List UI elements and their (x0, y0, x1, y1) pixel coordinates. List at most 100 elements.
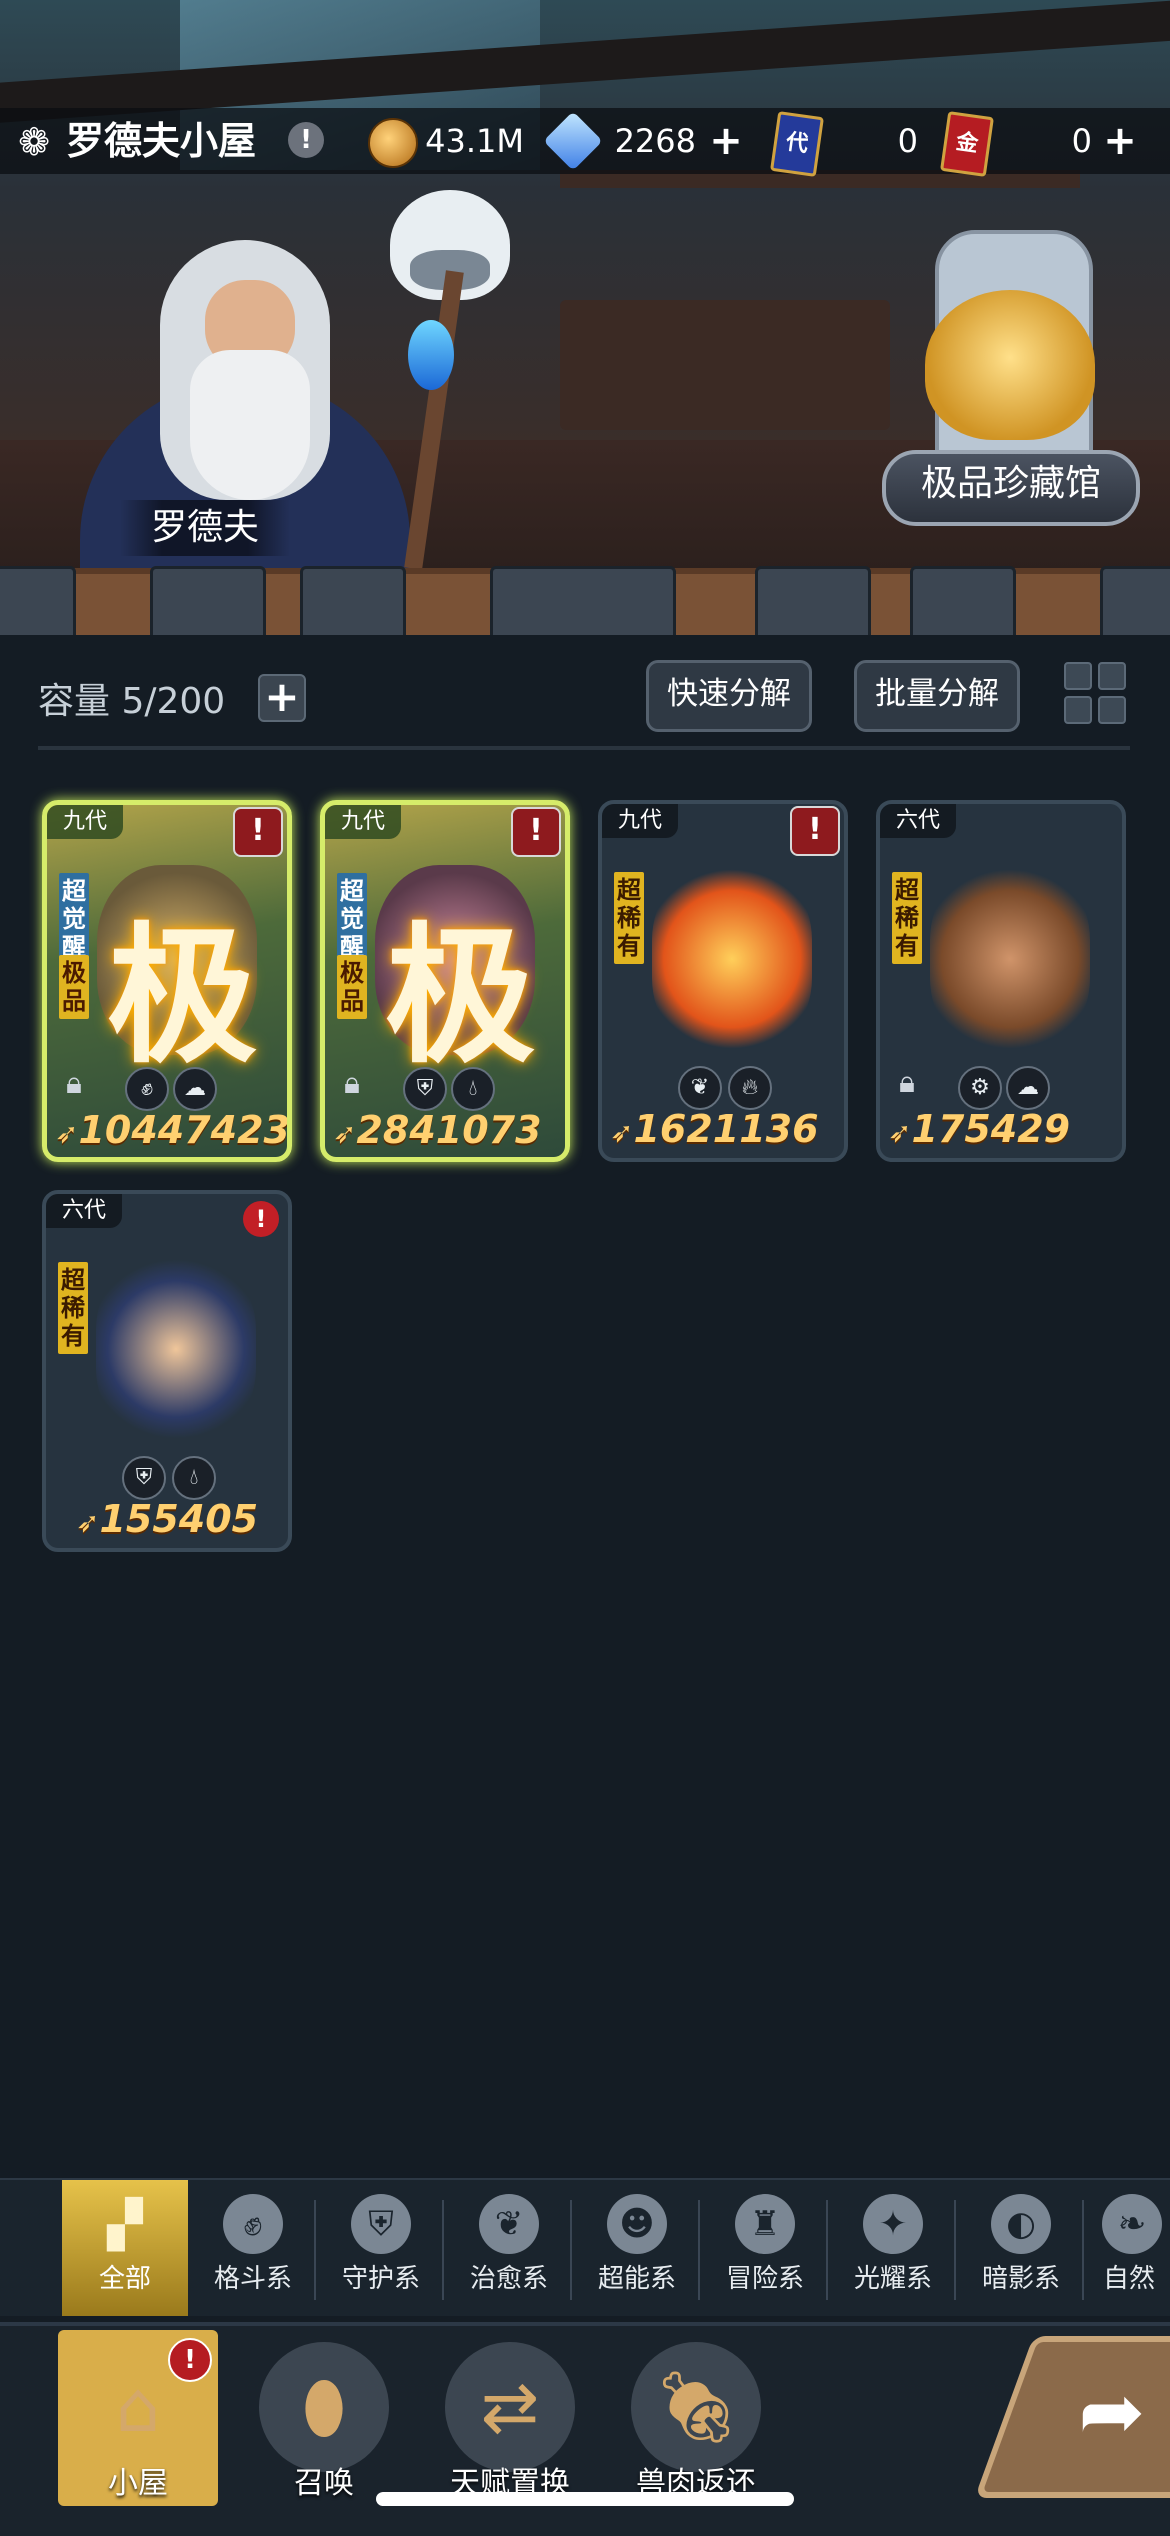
grade-badge: 极品 (337, 955, 367, 1019)
pet-card[interactable]: 六代 ! 超稀有 ⛨ 💧︎ ➶155405 (42, 1190, 292, 1552)
power-icon: ➶ (76, 1506, 100, 1539)
forward-arrow-icon: ➦ (1078, 2365, 1146, 2458)
pet-portrait (96, 1254, 256, 1444)
category-guardian[interactable]: ⛨ 守护系 (318, 2180, 444, 2316)
rail-block (150, 566, 266, 635)
pet-card[interactable]: 六代 超稀有 🔒︎ ⚙ ☁ ➶175429 (876, 800, 1126, 1162)
combat-power: ➶10447423 (55, 1105, 287, 1155)
nav-meat-refund[interactable]: 🍖︎ 兽肉返还 (616, 2330, 776, 2506)
category-label: 冒险系 (725, 2264, 804, 2294)
pet-portrait (652, 864, 812, 1054)
rail-block (910, 566, 1016, 635)
wizard-beard (190, 350, 310, 500)
nav-summon[interactable]: ⬮ 召唤 (244, 2330, 404, 2506)
pet-portrait (930, 864, 1090, 1054)
combat-power-value: 1621136 (633, 1107, 819, 1151)
paw-icon: ❁ (18, 120, 50, 164)
sprout-icon: ❦ (479, 2194, 539, 2254)
category-shadow[interactable]: ◐ 暗影系 (958, 2180, 1084, 2316)
shield-icon: ⛨ (351, 2194, 411, 2254)
expand-capacity-button[interactable]: + (258, 674, 306, 722)
alert-badge: ! (238, 1196, 284, 1242)
category-label: 自然 (1102, 2264, 1155, 2294)
power-icon: ➶ (333, 1117, 357, 1150)
grid-cell (1098, 662, 1126, 690)
red-ticket-amount: 0 (1071, 122, 1092, 160)
nav-house[interactable]: ⌂ ! 小屋 (58, 2330, 218, 2506)
lock-icon[interactable]: 🔒︎ (57, 1067, 91, 1101)
rarity-badge: 超觉醒 (337, 873, 367, 965)
museum-pet-statue[interactable] (925, 290, 1095, 440)
grid-cell (1064, 696, 1092, 724)
rail-block (755, 566, 871, 635)
rarity-badge: 超稀有 (614, 872, 644, 964)
nav-label: 小屋 (108, 2466, 168, 2501)
alert-badge: ! (168, 2338, 212, 2382)
generation-label: 六代 (880, 804, 957, 838)
generation-label: 九代 (325, 805, 402, 839)
rail-block (0, 566, 76, 635)
category-filter-bar: ▞ 全部 ✊︎ 格斗系 ⛨ 守护系 ❦ 治愈系 ☻ 超能系 ♜ 冒险系 ✦ 光耀… (0, 2178, 1170, 2316)
study-desk (560, 300, 890, 430)
category-label: 光耀系 (853, 2264, 932, 2294)
generation-label: 九代 (602, 804, 679, 838)
combat-power: ➶1621136 (610, 1104, 842, 1154)
rail-block (300, 566, 406, 635)
lock-icon[interactable]: 🔒︎ (890, 1066, 924, 1100)
coin-icon (368, 118, 418, 168)
lock-icon[interactable]: 🔒︎ (335, 1067, 369, 1101)
category-label: 超能系 (597, 2264, 676, 2294)
shadow-icon: ◐ (991, 2194, 1051, 2254)
top-grade-mark: 极 (384, 908, 535, 1084)
capacity-label: 容量 5/200 (38, 681, 226, 722)
generation-label: 九代 (47, 805, 124, 839)
batch-decompose-button[interactable]: 批量分解 (854, 660, 1020, 732)
all-blocks-icon: ▞ (107, 2197, 143, 2251)
category-all[interactable]: ▞ 全部 (62, 2180, 188, 2316)
npc-name-label: 罗德夫 (120, 500, 290, 556)
house-scene: 罗德夫 极品珍藏馆 (0, 0, 1170, 635)
category-healing[interactable]: ❦ 治愈系 (446, 2180, 572, 2316)
power-icon: ➶ (610, 1116, 634, 1149)
grid-view-button[interactable] (1064, 662, 1126, 724)
divider (38, 746, 1130, 750)
info-button[interactable]: ! (288, 122, 324, 158)
grid-cell (1064, 662, 1092, 690)
top-grade-mark: 极 (106, 908, 257, 1084)
power-icon: ➶ (888, 1116, 912, 1149)
home-indicator[interactable] (376, 2492, 794, 2506)
add-crystal-button[interactable]: + (706, 121, 746, 161)
red-ticket-icon: 金 (940, 111, 994, 177)
light-icon: ✦ (863, 2194, 923, 2254)
pet-card[interactable]: 极 九代 ! 超觉醒 极品 🔒︎ ⛨ 💧︎ ➶2841073 (320, 800, 570, 1162)
roof-beam (0, 0, 1170, 126)
adventure-icon: ♜ (735, 2194, 795, 2254)
category-light[interactable]: ✦ 光耀系 (830, 2180, 956, 2316)
nav-talent-swap[interactable]: ⇄ 天赋置换 (430, 2330, 590, 2506)
power-icon: ➶ (55, 1117, 79, 1150)
page-title: 罗德夫小屋 (66, 119, 257, 163)
alert-badge: ! (233, 807, 283, 857)
category-fighting[interactable]: ✊︎ 格斗系 (190, 2180, 316, 2316)
rarity-badge: 超觉醒 (59, 873, 89, 965)
pet-card[interactable]: 九代 ! 超稀有 ❦ 🔥︎ ➶1621136 (598, 800, 848, 1162)
category-label: 守护系 (341, 2264, 420, 2294)
category-nature[interactable]: ❧ 自然 (1088, 2180, 1170, 2316)
meat-icon: 🍖︎ (631, 2342, 761, 2472)
rail-block (490, 566, 676, 635)
generation-label: 六代 (46, 1194, 123, 1228)
combat-power: ➶2841073 (333, 1105, 565, 1155)
quick-decompose-button[interactable]: 快速分解 (646, 660, 812, 732)
pet-card[interactable]: 极 九代 ! 超觉醒 极品 🔒︎ ✊︎ ☁ ➶10447423 (42, 800, 292, 1162)
add-ticket-button[interactable]: + (1100, 121, 1140, 161)
resource-bar: ❁ 罗德夫小屋 ! 43.1M 2268 + 代 0 金 0 + (0, 108, 1170, 177)
grid-cell (1098, 696, 1126, 724)
nature-icon: ❧ (1102, 2194, 1162, 2254)
scene-rail (0, 566, 1170, 635)
combat-power-value: 10447423 (78, 1108, 290, 1152)
category-psychic[interactable]: ☻ 超能系 (574, 2180, 700, 2316)
category-adventure[interactable]: ♜ 冒险系 (702, 2180, 828, 2316)
museum-button[interactable]: 极品珍藏馆 (882, 450, 1140, 526)
combat-power: ➶175429 (888, 1104, 1120, 1154)
alert-badge: ! (790, 806, 840, 856)
